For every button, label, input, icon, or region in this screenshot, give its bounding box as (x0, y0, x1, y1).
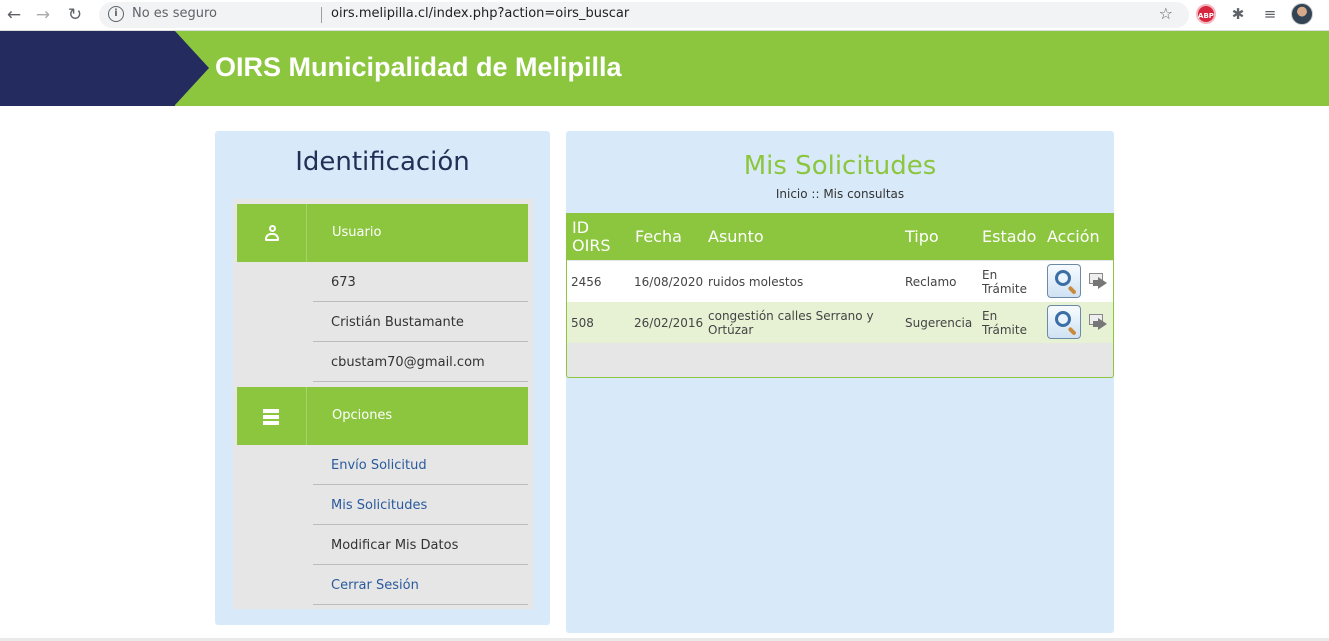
identification-panel: Identificación Usuario 673 Cristián Bust… (215, 131, 550, 625)
user-section-label: Usuario (332, 225, 382, 240)
browser-toolbar: ← → ↻ i No es seguro oirs.melipilla.cl/i… (0, 0, 1329, 31)
user-icon (265, 225, 279, 241)
cell-fecha: 16/08/2020 (634, 274, 704, 289)
column-estado: Estado (982, 227, 1037, 246)
solicitudes-panel: Mis Solicitudes Inicio :: Mis consultas … (566, 131, 1114, 633)
option-mis-solicitudes[interactable]: Mis Solicitudes (313, 485, 528, 525)
column-tipo: Tipo (905, 227, 939, 246)
user-name: Cristián Bustamante (313, 302, 528, 342)
user-id: 673 (313, 262, 528, 302)
reload-icon[interactable]: ↻ (64, 4, 86, 26)
header-navy-block (0, 31, 175, 106)
user-icon-cell (237, 204, 307, 262)
profile-avatar[interactable] (1291, 3, 1313, 25)
options-section-label: Opciones (332, 408, 393, 423)
option-envio-solicitud[interactable]: Envío Solicitud (313, 445, 528, 485)
url-text[interactable]: oirs.melipilla.cl/index.php?action=oirs_… (331, 6, 629, 21)
cell-tipo: Sugerencia (905, 315, 973, 330)
magnifier-icon (1055, 311, 1071, 327)
identification-box: Usuario 673 Cristián Bustamante cbustam7… (233, 199, 533, 609)
cell-id: 508 (571, 315, 594, 330)
forward-mail-icon[interactable] (1089, 312, 1109, 332)
info-icon[interactable]: i (108, 6, 124, 22)
cell-asunto: ruidos molestos (708, 274, 804, 289)
view-detail-button[interactable] (1047, 305, 1081, 339)
address-bar[interactable]: i No es seguro oirs.melipilla.cl/index.p… (99, 2, 1189, 28)
option-cerrar-sesion[interactable]: Cerrar Sesión (313, 565, 528, 605)
identification-title: Identificación (295, 147, 470, 177)
table-header: ID OIRS Fecha Asunto Tipo Estado Acción (567, 214, 1113, 260)
table-row: 2456 16/08/2020 ruidos molestos Reclamo … (567, 261, 1113, 302)
forward-mail-icon[interactable] (1089, 271, 1109, 291)
security-label[interactable]: No es seguro (132, 6, 217, 21)
site-header: OIRS Municipalidad de Melipilla (0, 31, 1329, 106)
adblock-icon[interactable]: ABP (1196, 4, 1216, 24)
cell-tipo: Reclamo (905, 274, 957, 289)
extensions-puzzle-icon[interactable]: ✱ (1228, 4, 1248, 24)
column-fecha: Fecha (635, 227, 682, 246)
cell-fecha: 26/02/2016 (634, 315, 704, 330)
column-accion: Acción (1047, 227, 1100, 246)
breadcrumb[interactable]: Inicio :: Mis consultas (566, 187, 1114, 201)
magnifier-icon (1055, 270, 1071, 286)
column-asunto: Asunto (708, 227, 764, 246)
header-chevron-shape (175, 31, 209, 105)
column-id: ID OIRS (572, 218, 611, 255)
options-icon-cell (237, 387, 307, 445)
table-row: 508 26/02/2016 congestión calles Serrano… (567, 302, 1113, 343)
site-title: OIRS Municipalidad de Melipilla (215, 52, 622, 82)
user-email: cbustam70@gmail.com (313, 342, 528, 382)
user-section-header: Usuario (237, 204, 528, 262)
cell-id: 2456 (571, 274, 602, 289)
back-arrow-icon[interactable]: ← (3, 4, 25, 26)
menu-list-icon (263, 409, 279, 425)
options-section-header: Opciones (237, 387, 528, 445)
media-queue-icon[interactable]: ≡ (1260, 4, 1280, 24)
solicitudes-title: Mis Solicitudes (743, 151, 937, 181)
cell-estado: En Trámite (982, 308, 1027, 337)
bookmark-star-icon[interactable]: ☆ (1159, 4, 1173, 23)
option-modificar-datos[interactable]: Modificar Mis Datos (313, 525, 528, 565)
view-detail-button[interactable] (1047, 264, 1081, 298)
forward-arrow-icon[interactable]: → (32, 4, 54, 26)
separator (321, 7, 322, 23)
solicitudes-table: ID OIRS Fecha Asunto Tipo Estado Acción … (566, 213, 1114, 378)
cell-asunto: congestión calles Serrano y Ortúzar (708, 308, 874, 337)
cell-estado: En Trámite (982, 267, 1027, 296)
